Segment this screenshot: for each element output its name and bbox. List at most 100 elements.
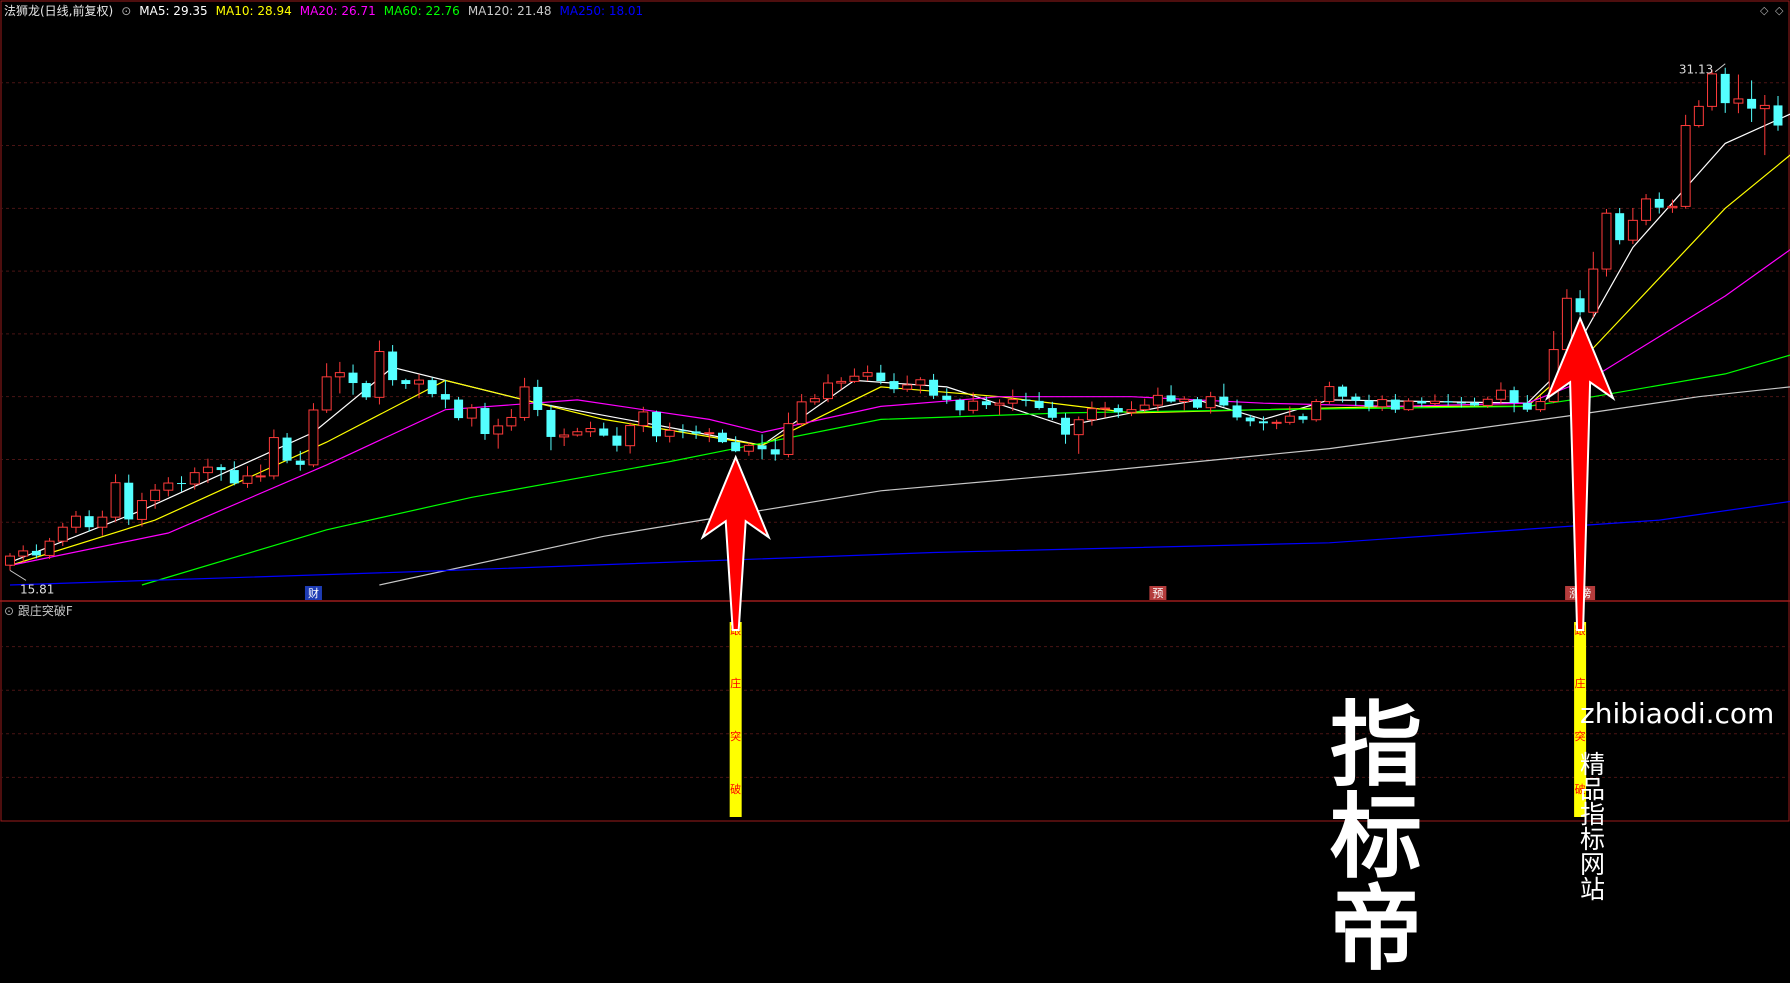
candle-body	[1179, 398, 1190, 403]
candle-body	[717, 432, 727, 443]
signal-arrow	[700, 454, 771, 631]
candle-body	[1693, 105, 1704, 127]
candle-body	[1390, 399, 1400, 410]
candle-body	[1126, 409, 1137, 413]
candle-body	[427, 380, 437, 395]
candle-body	[1192, 399, 1202, 408]
collapse-icon[interactable]: ⊙	[121, 4, 131, 18]
candle-body	[57, 526, 68, 542]
candle-body	[282, 437, 292, 461]
candle-body	[1443, 401, 1453, 403]
candle-body	[1271, 421, 1282, 424]
candle-body	[862, 372, 873, 377]
candle-body	[1086, 408, 1097, 421]
candle-body	[757, 445, 767, 450]
candle-body	[1707, 73, 1718, 107]
candle-body	[295, 460, 305, 465]
candle-body	[1152, 394, 1163, 406]
candle-body	[216, 467, 226, 471]
diamond-icon: ◇	[1775, 4, 1784, 17]
min-price-label: 15.81	[20, 582, 54, 596]
candle-body	[849, 375, 860, 382]
candle-body	[124, 482, 134, 520]
watermark-slogan: 精品指标网站	[1580, 750, 1610, 904]
candle-body	[5, 555, 15, 566]
candle-body	[1641, 198, 1652, 221]
candle-body	[1219, 396, 1229, 406]
candle-body	[652, 411, 661, 437]
candle-body	[1588, 268, 1599, 313]
candle-body	[229, 470, 239, 484]
ma5-label: MA5: 29.35	[139, 4, 208, 18]
candle-body	[1364, 400, 1374, 407]
candle-body	[1759, 104, 1770, 110]
candle-body	[1535, 401, 1546, 411]
candle-body	[559, 434, 570, 438]
candle-body	[163, 482, 174, 491]
diamond-icon: ◇	[1760, 4, 1769, 17]
candle-body	[809, 398, 820, 403]
candle-body	[18, 550, 29, 557]
candle-body	[1311, 401, 1322, 421]
candle-body	[1351, 396, 1361, 401]
candle-body	[981, 401, 991, 406]
min-price-pointer	[9, 569, 27, 581]
stock-title: 法狮龙(日线,前复权)	[4, 4, 114, 18]
signal-char: 突	[1575, 729, 1586, 743]
candle-body	[994, 402, 1005, 406]
candle-body	[1575, 298, 1585, 313]
candle-body	[942, 395, 952, 400]
candle-body	[1747, 98, 1757, 109]
candle-body	[150, 489, 161, 502]
candle-body	[1377, 399, 1388, 408]
candle-body	[1338, 386, 1348, 397]
ma-line-ma250	[9, 500, 1790, 586]
candle-body	[414, 379, 425, 385]
event-label: 预	[1152, 587, 1163, 600]
candle-body	[1470, 402, 1480, 406]
candle-body	[1667, 205, 1678, 209]
chart-header: 法狮龙(日线,前复权) ⊙ MA5: 29.35 MA10: 28.94 MA20: 2…	[4, 2, 651, 19]
chart-canvas: 15.8131.13财预涨榜跟庄突破跟庄突破◇◇	[0, 0, 1790, 822]
candle-body	[836, 380, 847, 384]
max-price-pointer	[1714, 63, 1726, 73]
candle-body	[1047, 408, 1057, 418]
candle-body	[1324, 386, 1335, 403]
collapse-icon[interactable]: ⊙	[4, 604, 14, 618]
signal-char: 庄	[730, 676, 741, 690]
candle-body	[876, 372, 886, 382]
candle-body	[823, 382, 834, 400]
ma120-label: MA120: 21.48	[467, 4, 552, 18]
candle-body	[255, 475, 266, 478]
candle-body	[546, 409, 556, 437]
candle-body	[731, 442, 741, 452]
candle-body	[1429, 400, 1440, 404]
candle-body	[361, 383, 371, 398]
candle-body	[440, 394, 450, 400]
candle-body	[97, 516, 108, 528]
candle-body	[691, 431, 701, 434]
candle-body	[31, 550, 41, 556]
candle-body	[1061, 417, 1071, 435]
candle-body	[374, 351, 385, 398]
candle-body	[136, 500, 147, 520]
candle-body	[889, 381, 899, 390]
candle-body	[1509, 390, 1519, 403]
watermark-logo: 指标帝	[1330, 692, 1422, 983]
candle-body	[348, 372, 358, 384]
watermark-site: zhibiaodi.com	[1580, 697, 1775, 730]
candle-body	[1456, 402, 1466, 404]
candle-body	[506, 416, 517, 427]
candle-body	[955, 399, 965, 411]
candle-body	[189, 472, 200, 485]
candle-body	[929, 379, 939, 396]
candle-body	[625, 425, 636, 447]
candle-body	[242, 475, 253, 484]
candle-body	[533, 386, 543, 410]
ma-line-ma10	[9, 154, 1790, 567]
candle-body	[612, 435, 622, 446]
chart-frame	[0, 0, 1790, 822]
max-price-label: 31.13	[1679, 63, 1713, 77]
candle-body	[796, 401, 807, 425]
candle-body	[572, 431, 583, 436]
